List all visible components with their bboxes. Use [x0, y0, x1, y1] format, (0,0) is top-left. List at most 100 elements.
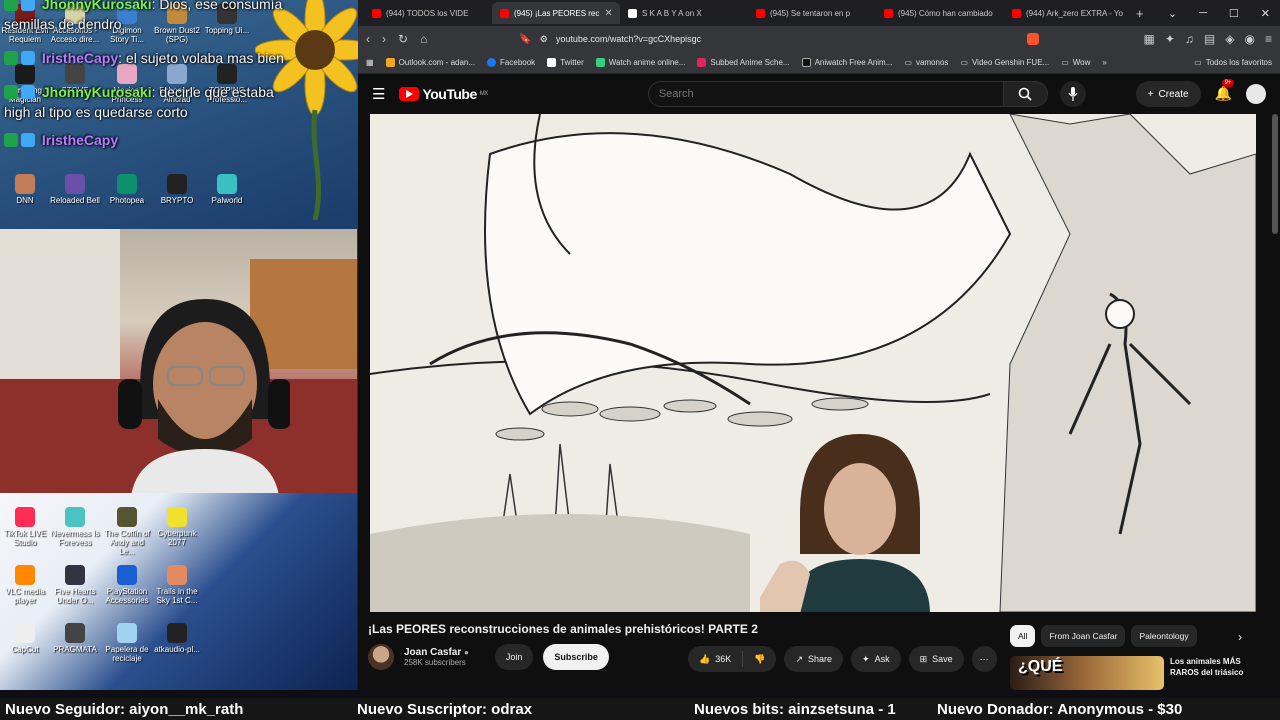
chip-all[interactable]: All [1010, 625, 1036, 647]
donor-alert: Nuevo Donador: Anonymous - $30 [937, 700, 1183, 718]
extension-icon[interactable]: ▦ [1144, 32, 1155, 46]
account-avatar[interactable] [1246, 84, 1266, 104]
desktop-icon[interactable]: Reloaded Bell [50, 174, 100, 205]
bookmark-folder[interactable]: ▭ Video Genshin FUE... [960, 58, 1049, 67]
desktop-icon[interactable]: VLC media player [0, 565, 50, 605]
bookmark-item[interactable]: Twitter [547, 58, 584, 67]
desktop-icon[interactable]: Nevermess Is Forevess [50, 507, 100, 547]
desktop-icon[interactable]: DNN [0, 174, 50, 205]
desktop-icon[interactable]: CapCut [0, 623, 50, 654]
video-title: ¡Las PEORES reconstrucciones de animales… [368, 622, 758, 636]
music-icon[interactable]: ♫ [1185, 32, 1194, 46]
close-tab-icon[interactable]: ✕ [604, 8, 612, 19]
desktop-icon[interactable]: Cyberpunk 2077 [152, 507, 202, 547]
desktop-icon[interactable]: Trails in the Sky 1st C... [152, 565, 202, 605]
bookmark-item[interactable]: Aniwatch Free Anim... [801, 58, 892, 67]
maximize-icon[interactable]: ☐ [1229, 7, 1239, 20]
home-icon[interactable]: ⌂ [420, 32, 427, 46]
menu-icon[interactable]: ≡ [1265, 32, 1272, 46]
hamburger-menu-icon[interactable]: ☰ [372, 85, 385, 103]
address-bar[interactable]: 🔖 ⚙ youtube.com/watch?v=gcCXhepisgc [519, 29, 1040, 49]
desktop-icon[interactable]: Photopea [102, 174, 152, 205]
bookmark-item[interactable]: Watch anime online... [595, 58, 685, 67]
wallet-icon[interactable]: ◈ [1225, 32, 1234, 46]
browser-tab[interactable]: S K A B Y A on X [620, 2, 748, 24]
close-window-icon[interactable]: ✕ [1261, 7, 1270, 20]
desktop-icon[interactable]: Five Hearts Under O... [50, 565, 100, 605]
vpn-icon[interactable]: ◉ [1245, 32, 1255, 46]
channel-avatar[interactable] [368, 644, 394, 670]
follower-alert: Nuevo Seguidor: aiyon__mk_rath [5, 700, 244, 718]
share-button[interactable]: ↗ Share [784, 646, 844, 672]
share-icon: ↗ [795, 653, 803, 664]
bookmark-folder[interactable]: ▭ Wow [1061, 58, 1090, 67]
voice-search-button[interactable] [1059, 81, 1086, 107]
bookmark-icon[interactable]: 🔖 [519, 34, 531, 45]
more-icon: ⋯ [979, 653, 989, 664]
desktop-icon[interactable]: TikTok LIVE Studio [0, 507, 50, 547]
browser-tab[interactable]: (944) TODOS los VIDE [364, 2, 492, 24]
desktop-icon[interactable]: atkaudio-pl... [152, 623, 202, 654]
minimize-icon[interactable]: ─ [1199, 7, 1207, 20]
recommended-video[interactable]: ¿QUÉ Los animales MÁS RAROS del triásico [1010, 656, 1262, 690]
youtube-favicon-icon [500, 8, 509, 18]
chevron-right-icon[interactable]: › [1238, 630, 1242, 644]
new-tab-icon[interactable]: + [1136, 6, 1144, 21]
desktop-icon[interactable]: The Coffin of Andy and Le... [102, 507, 152, 556]
tab-search-icon[interactable]: ⌄ [1168, 7, 1177, 20]
brave-shield-icon[interactable] [1027, 33, 1040, 45]
bookmark-item[interactable]: Outlook.com - adan... [385, 58, 475, 67]
youtube-logo[interactable]: YouTube MX [399, 86, 488, 102]
desktop-icon[interactable]: Palworld [202, 174, 252, 205]
notifications-button[interactable]: 🔔 9+ [1215, 79, 1235, 103]
subscribe-button[interactable]: Subscribe [543, 644, 609, 670]
desktop-icon[interactable]: BRYPTO [152, 174, 202, 205]
channel-name[interactable]: Joan Casfar ● [404, 647, 469, 658]
create-button[interactable]: + Create [1135, 81, 1201, 107]
site-info-icon[interactable]: ⚙ [540, 34, 548, 45]
more-bookmarks-icon[interactable]: » [1102, 58, 1106, 67]
channel-row: Joan Casfar ● 258K subscribers Join Subs… [368, 644, 609, 670]
desktop-icon[interactable]: Papelera de reciclaje [102, 623, 152, 663]
like-button[interactable]: 👍 36K [688, 646, 743, 672]
bookmark-item[interactable]: Facebook [487, 58, 535, 67]
browser-tab[interactable]: (944) Ark_zero EXTRA - Yo [1004, 2, 1132, 24]
desktop-icon[interactable]: PlayStation Accessories [102, 565, 152, 605]
chat-badge-icon [4, 133, 18, 147]
desktop-icon[interactable]: PRAGMATA [50, 623, 100, 654]
recommended-thumbnail[interactable]: ¿QUÉ [1010, 656, 1164, 690]
video-actions: 👍 36K 👎 ↗ Share ✦ Ask ⊞ Save ⋯ [688, 646, 997, 672]
chip-from-channel[interactable]: From Joan Casfar [1041, 625, 1126, 647]
search-input[interactable] [647, 81, 1004, 107]
chat-badge-icon [21, 51, 35, 65]
chip-paleontology[interactable]: Paleontology [1131, 625, 1197, 647]
browser-tab[interactable]: (945) Cómo han cambiado [876, 2, 1004, 24]
video-player[interactable] [370, 114, 1256, 612]
browser-tab-active[interactable]: (945) ¡Las PEORES rec ✕ [492, 2, 620, 24]
search-button[interactable] [1003, 81, 1048, 107]
join-button[interactable]: Join [494, 644, 534, 670]
sidebar-icon[interactable]: ▤ [1204, 32, 1215, 46]
bookmark-folder[interactable]: ▭ vamonos [904, 58, 948, 67]
page-scrollbar[interactable] [1272, 114, 1278, 234]
recommended-title[interactable]: Los animales MÁS RAROS del triásico [1170, 656, 1262, 690]
forward-icon[interactable]: › [382, 32, 386, 46]
chat-message: IristheCapy [4, 130, 296, 150]
reload-icon[interactable]: ↻ [398, 32, 408, 46]
browser-tab[interactable]: (945) Se tentaron en p [748, 2, 876, 24]
apps-icon[interactable]: ▦ [366, 58, 374, 67]
dislike-button[interactable]: 👎 [743, 646, 777, 672]
chat-overlay: JhonnyKurosaki: Dios, ese consumía semil… [0, 0, 300, 164]
window-controls: ⌄ ─ ☐ ✕ [1168, 7, 1280, 20]
more-actions-button[interactable]: ⋯ [971, 646, 997, 672]
bookmarks-bar: ▦ Outlook.com - adan... Facebook Twitter… [358, 52, 1280, 74]
ask-button[interactable]: ✦ Ask [851, 646, 901, 672]
url-text[interactable]: youtube.com/watch?v=gcCXhepisgc [556, 34, 701, 44]
puzzle-icon[interactable]: ✦ [1165, 32, 1175, 46]
save-button[interactable]: ⊞ Save [908, 646, 964, 672]
bookmark-item[interactable]: Subbed Anime Sche... [697, 58, 790, 67]
chat-username: JhonnyKurosaki [41, 84, 152, 100]
all-bookmarks[interactable]: ▭ Todos los favoritos [1194, 58, 1272, 67]
back-icon[interactable]: ‹ [366, 32, 370, 46]
folder-icon: ▭ [1194, 58, 1202, 67]
